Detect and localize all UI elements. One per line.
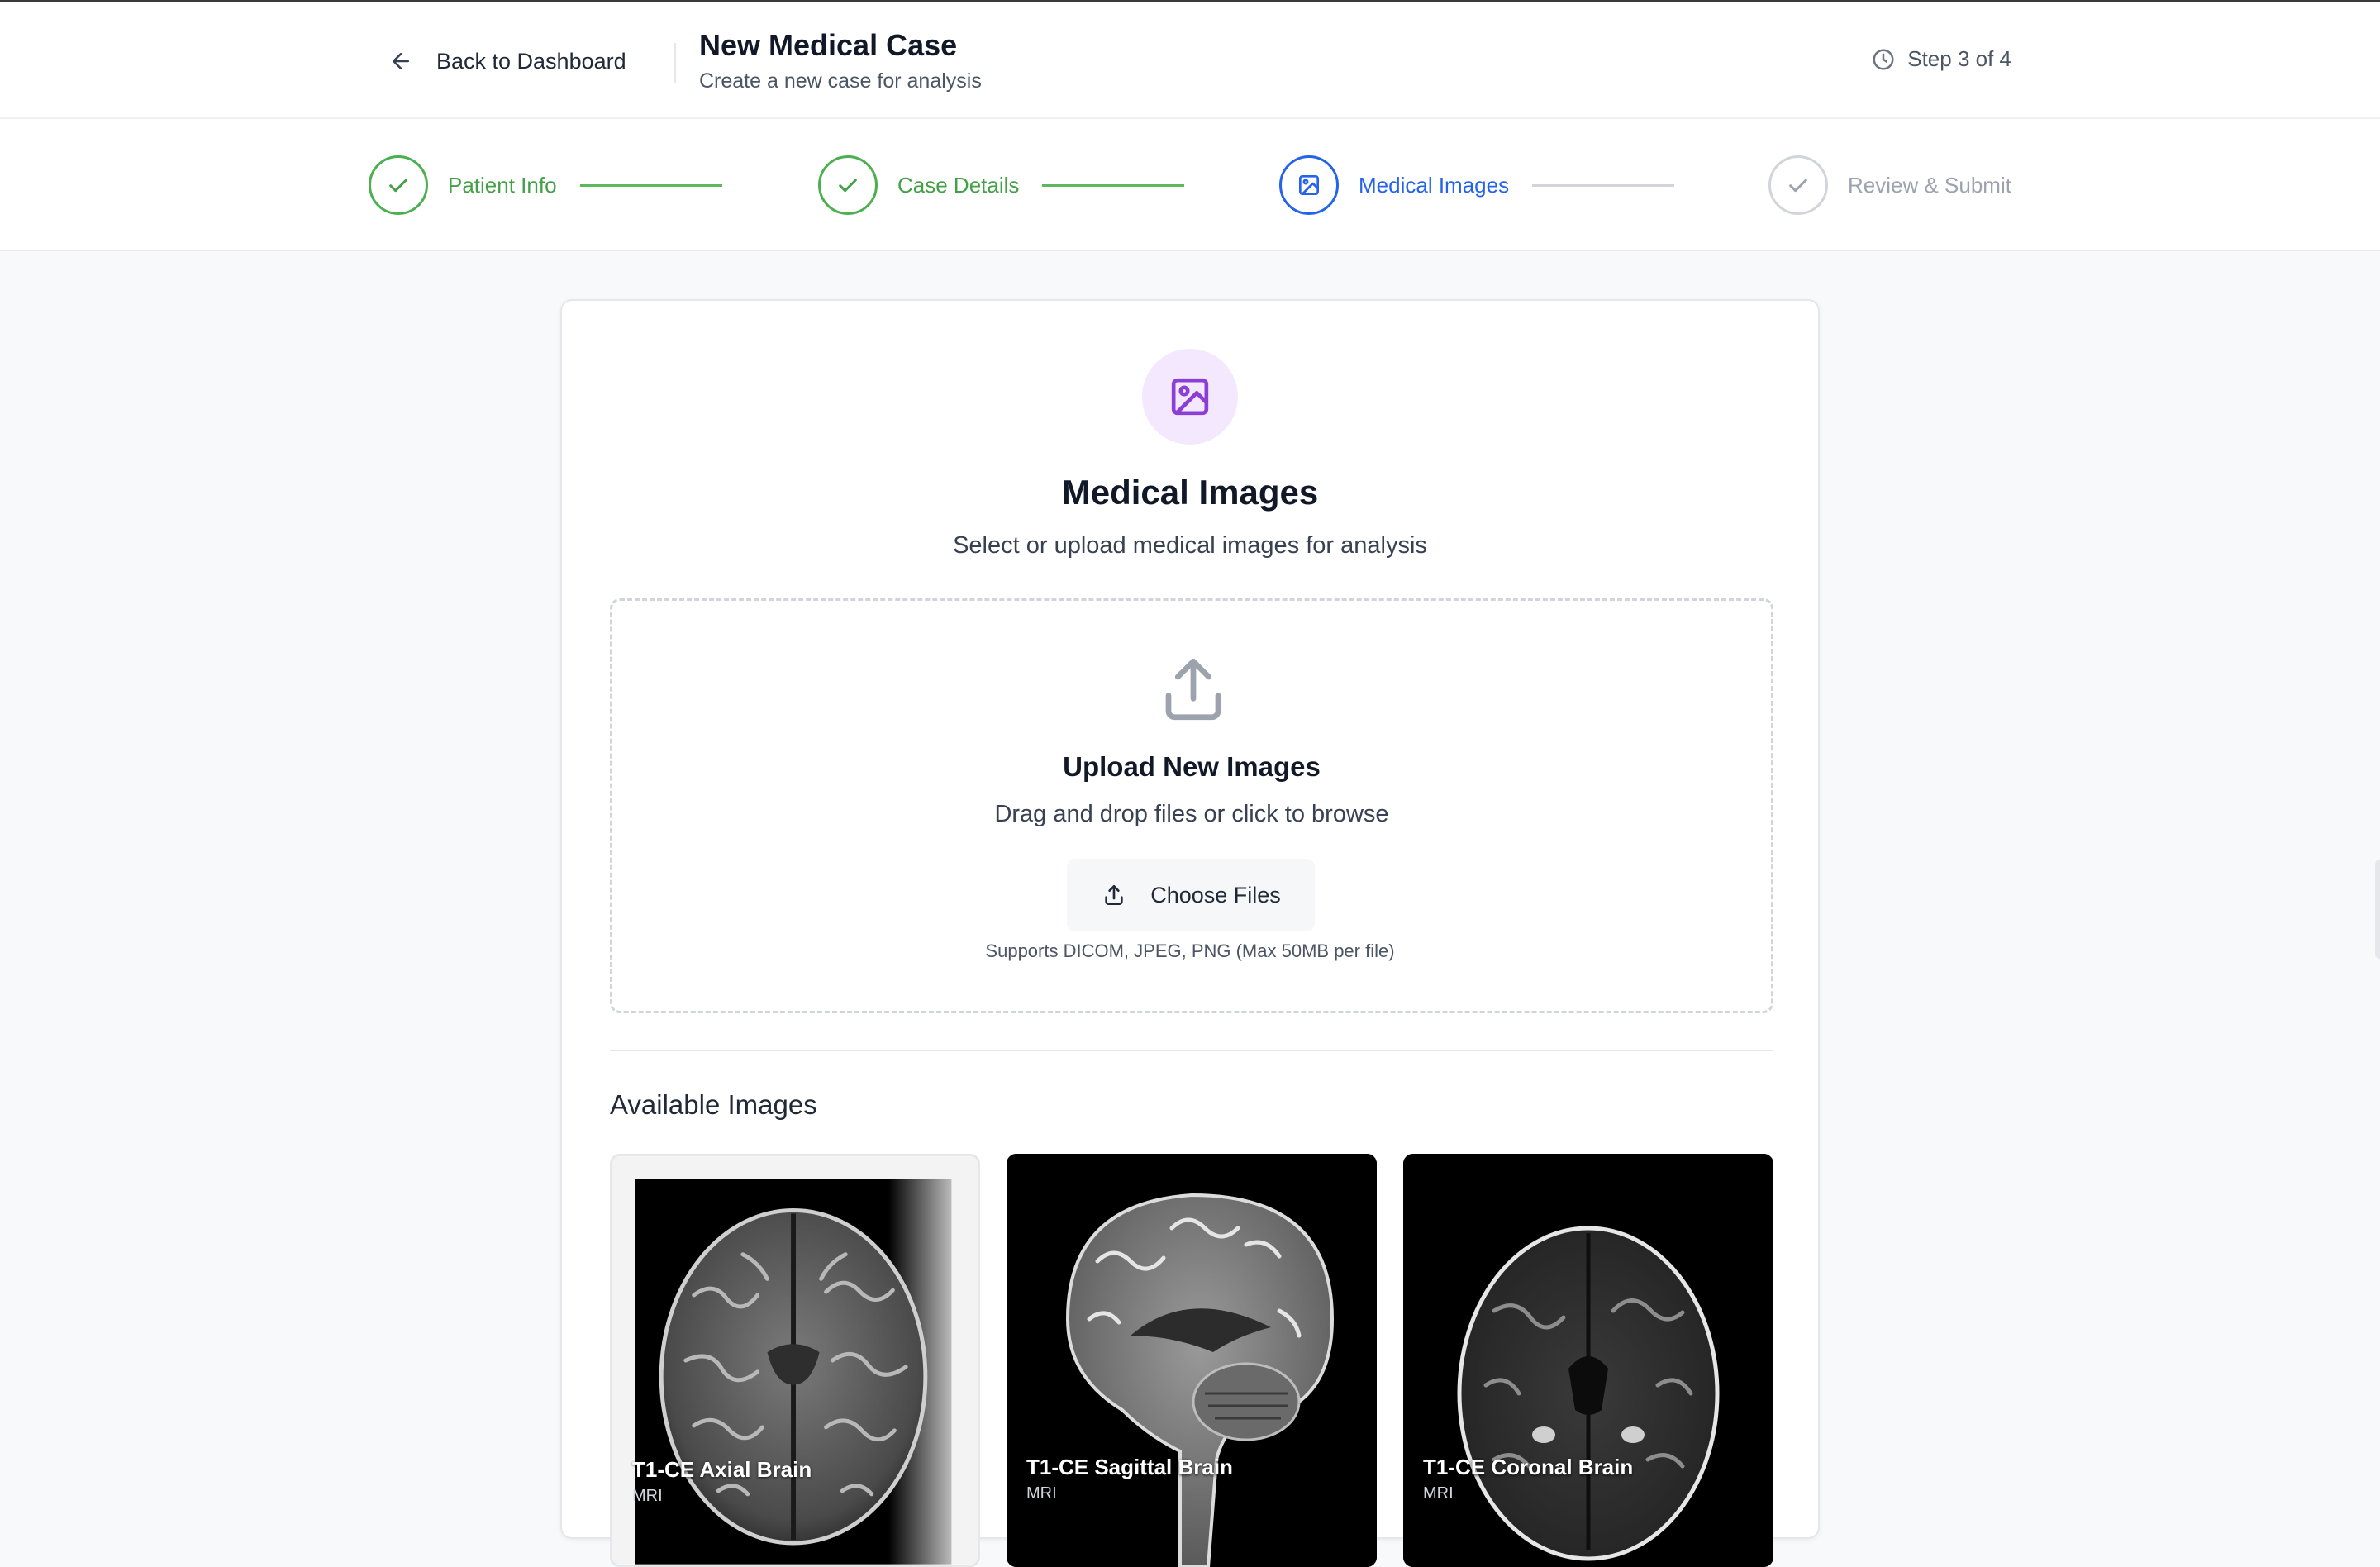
image-title: T1-CE Coronal Brain bbox=[1423, 1455, 1634, 1479]
step-count-text: Step 3 of 4 bbox=[1907, 46, 2011, 71]
medical-images-card: Medical Images Select or upload medical … bbox=[560, 299, 1820, 1567]
check-icon bbox=[839, 179, 857, 193]
image-card-axial[interactable]: T1-CE Axial Brain MRI bbox=[610, 1154, 980, 1567]
progress-stepper: Patient Info Case Details Medical Images… bbox=[0, 119, 2380, 251]
image-title: T1-CE Sagittal Brain bbox=[1026, 1455, 1233, 1479]
page-title: New Medical Case bbox=[699, 28, 958, 62]
image-card-sagittal[interactable]: T1-CE Sagittal Brain MRI bbox=[1007, 1154, 1377, 1567]
image-modality: MRI bbox=[1026, 1484, 1057, 1503]
mri-axial-image bbox=[612, 1156, 978, 1565]
step-medical-images[interactable]: Medical Images bbox=[1279, 155, 1675, 215]
step-connector bbox=[1042, 183, 1185, 187]
image-card-coronal[interactable]: T1-CE Coronal Brain MRI bbox=[1403, 1154, 1773, 1567]
image-icon bbox=[1299, 175, 1319, 195]
step-label: Medical Images bbox=[1359, 172, 1510, 198]
step-connector bbox=[1532, 183, 1675, 187]
image-icon bbox=[1171, 378, 1209, 416]
check-icon bbox=[1789, 179, 1807, 193]
step-circle bbox=[369, 155, 428, 215]
image-modality: MRI bbox=[1423, 1484, 1454, 1503]
step-label: Review & Submit bbox=[1848, 172, 2011, 198]
step-circle bbox=[1279, 155, 1339, 215]
header-divider bbox=[674, 43, 676, 83]
clock-icon bbox=[1873, 49, 1894, 69]
upload-icon bbox=[1165, 658, 1221, 721]
step-label: Patient Info bbox=[448, 172, 557, 198]
page-subtitle: Create a new case for analysis bbox=[699, 69, 982, 93]
available-images-heading: Available Images bbox=[610, 1089, 817, 1120]
mri-sagittal-image bbox=[1007, 1154, 1377, 1567]
upload-title: Upload New Images bbox=[1063, 751, 1321, 782]
upload-instructions: Drag and drop files or click to browse bbox=[994, 801, 1389, 827]
step-patient-info[interactable]: Patient Info bbox=[369, 155, 722, 215]
step-indicator: Step 3 of 4 bbox=[1871, 46, 2011, 72]
check-icon bbox=[389, 179, 407, 193]
step-circle bbox=[1768, 155, 1828, 215]
step-case-details[interactable]: Case Details bbox=[818, 155, 1185, 215]
hero-icon-badge bbox=[1142, 349, 1238, 445]
step-review-submit[interactable]: Review & Submit bbox=[1768, 155, 2011, 215]
step-circle bbox=[818, 155, 878, 215]
section-heading: Medical Images bbox=[1061, 473, 1319, 512]
image-title: T1-CE Axial Brain bbox=[632, 1457, 812, 1482]
arrow-left-icon bbox=[393, 53, 409, 69]
section-description: Select or upload medical images for anal… bbox=[953, 532, 1427, 559]
top-header: Back to Dashboard New Medical Case Creat… bbox=[0, 0, 2380, 119]
choose-files-label: Choose Files bbox=[1150, 882, 1281, 907]
upload-icon bbox=[1105, 885, 1123, 905]
mri-coronal-image bbox=[1403, 1154, 1773, 1567]
image-modality: MRI bbox=[632, 1487, 663, 1505]
back-to-dashboard-button[interactable]: Back to Dashboard bbox=[388, 41, 626, 81]
side-panel-handle[interactable] bbox=[2375, 860, 2380, 959]
choose-files-button[interactable]: Choose Files bbox=[1067, 859, 1315, 931]
step-connector bbox=[579, 183, 722, 187]
back-label: Back to Dashboard bbox=[436, 48, 626, 74]
step-label: Case Details bbox=[897, 172, 1020, 198]
divider bbox=[610, 1050, 1773, 1051]
supported-formats-hint: Supports DICOM, JPEG, PNG (Max 50MB per … bbox=[985, 941, 1395, 961]
